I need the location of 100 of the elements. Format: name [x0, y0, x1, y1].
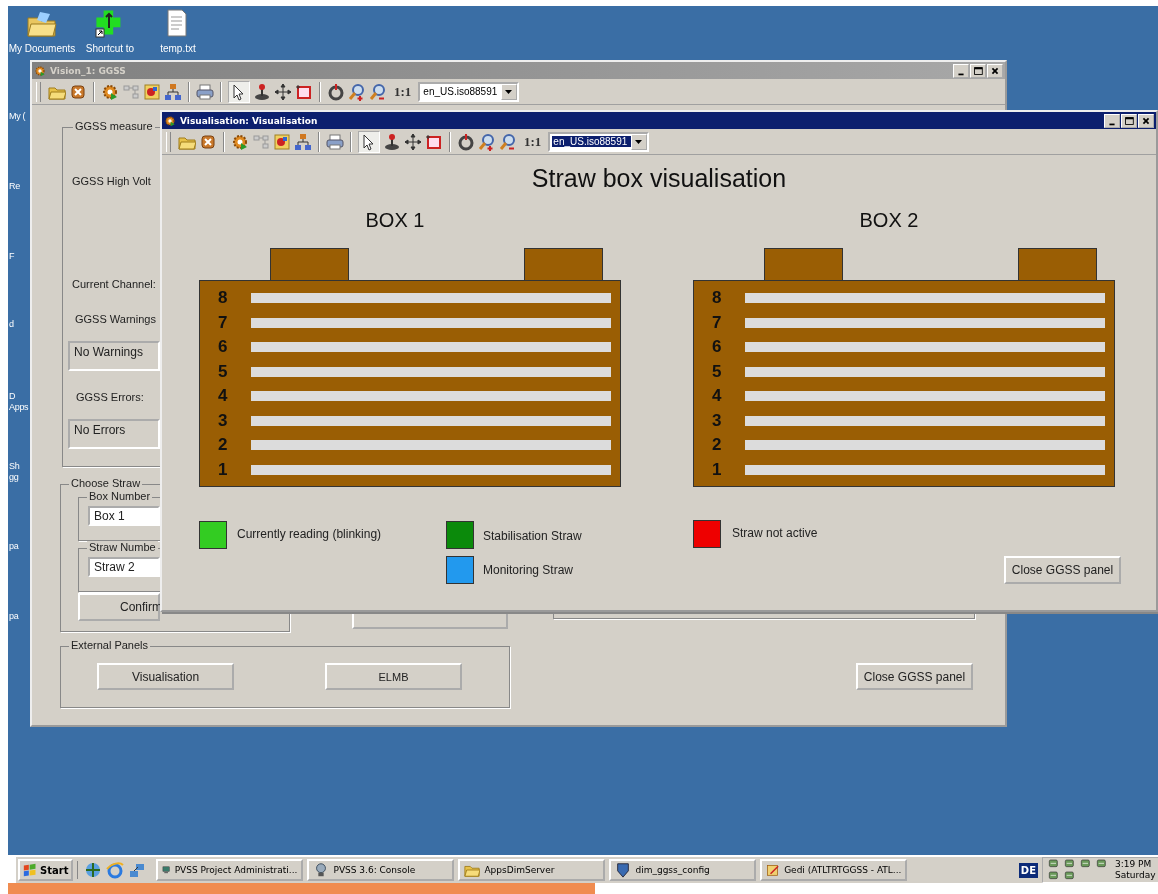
- shield-icon: [615, 862, 632, 878]
- tray-icon[interactable]: [1079, 858, 1093, 870]
- close-icon[interactable]: [1138, 113, 1154, 128]
- locale-dropdown[interactable]: en_US.iso88591: [418, 81, 520, 102]
- stop-icon[interactable]: [69, 82, 87, 101]
- box-title: BOX 2: [859, 209, 919, 232]
- straw-number: 7: [712, 312, 723, 333]
- desktop-icon-label[interactable]: d: [9, 319, 14, 329]
- straw-number: 5: [712, 361, 723, 382]
- language-indicator[interactable]: DE: [1018, 862, 1038, 878]
- browser-icon[interactable]: [84, 861, 103, 879]
- palette-icon[interactable]: [143, 82, 161, 101]
- close-panel-button[interactable]: Close GGSS panel: [856, 663, 973, 690]
- actual-size-button[interactable]: 1:1: [524, 133, 542, 150]
- box-number-field[interactable]: Box 1: [88, 506, 160, 526]
- joystick-icon[interactable]: [383, 132, 401, 151]
- taskbar-button[interactable]: Gedi (ATLTRTGGSS - ATL...: [760, 859, 908, 881]
- nodes-icon[interactable]: [122, 82, 140, 101]
- app-icon: [34, 64, 46, 77]
- rectangle-icon[interactable]: [295, 82, 313, 101]
- zoom-in-icon[interactable]: [478, 132, 496, 151]
- browser-icon[interactable]: [106, 861, 125, 879]
- straw-number: 1: [218, 459, 229, 480]
- straw-number: 3: [218, 410, 229, 431]
- desktop-icon-label[interactable]: pa: [9, 611, 19, 621]
- zoom-out-icon[interactable]: [499, 132, 517, 151]
- straw-number: 8: [712, 288, 723, 309]
- desktop-icon-label[interactable]: Shortcut to: [85, 43, 135, 54]
- field-label: Current Channel:: [72, 278, 156, 290]
- group-title: Straw Numbe: [87, 541, 158, 553]
- group-title: GGSS measure: [73, 120, 155, 132]
- straw-number: 4: [712, 386, 723, 407]
- windows-logo-icon: [23, 862, 38, 878]
- stop-icon[interactable]: [199, 132, 217, 151]
- maximize-icon[interactable]: [1121, 113, 1137, 128]
- tray-icon[interactable]: [1063, 870, 1077, 882]
- desktop-icon-label[interactable]: temp.txt: [160, 43, 196, 54]
- straw-number-field[interactable]: Straw 2: [88, 557, 160, 577]
- desktop-icon-label[interactable]: Apps: [9, 402, 29, 412]
- desktop-icon-label[interactable]: gg: [9, 472, 19, 482]
- target-icon[interactable]: [327, 82, 345, 101]
- straw-number: 7: [218, 312, 229, 333]
- group-title: External Panels: [69, 639, 151, 651]
- desktop-icon-label[interactable]: My (: [9, 111, 26, 121]
- group-title: Choose Straw: [69, 477, 143, 489]
- move-icon[interactable]: [274, 82, 292, 101]
- target-icon[interactable]: [457, 132, 475, 151]
- rectangle-icon[interactable]: [425, 132, 443, 151]
- close-panel-button[interactable]: Close GGSS panel: [1004, 556, 1121, 584]
- straw-number: 4: [218, 386, 229, 407]
- printer-icon[interactable]: [196, 82, 214, 101]
- gear-icon[interactable]: [101, 82, 119, 101]
- maximize-icon[interactable]: [970, 63, 986, 78]
- legend-label: Straw not active: [732, 526, 818, 540]
- move-icon[interactable]: [404, 132, 422, 151]
- desktop-icon-label[interactable]: Sh: [9, 461, 20, 471]
- minimize-icon[interactable]: [953, 63, 969, 78]
- straw-number: 3: [712, 410, 723, 431]
- tray-icon[interactable]: [1047, 870, 1061, 882]
- desktop-icon-label[interactable]: pa: [9, 541, 19, 551]
- zoom-out-icon[interactable]: [369, 82, 387, 101]
- straw-number: 6: [218, 337, 229, 358]
- close-icon[interactable]: [987, 63, 1003, 78]
- tray-icon[interactable]: [1047, 858, 1061, 870]
- zoom-in-icon[interactable]: [348, 82, 366, 101]
- hierarchy-icon[interactable]: [164, 82, 182, 101]
- taskbar-button[interactable]: AppsDimServer: [458, 859, 606, 881]
- app-icon: [164, 114, 176, 127]
- straw-number: 6: [712, 337, 723, 358]
- gear-icon[interactable]: [231, 132, 249, 151]
- clock-time: 3:19 PM: [1115, 859, 1153, 870]
- taskbar-button[interactable]: PVSS 3.6: Console: [307, 859, 455, 881]
- straw-number: 2: [218, 435, 229, 456]
- actual-size-button[interactable]: 1:1: [394, 83, 412, 100]
- panel-button[interactable]: ELMB: [325, 663, 462, 690]
- editor-icon: [766, 862, 781, 878]
- locale-dropdown[interactable]: en_US.iso88591: [548, 131, 650, 152]
- straw-number: 2: [712, 435, 723, 456]
- desktop-icon-label[interactable]: Re: [9, 181, 20, 191]
- taskbar-button[interactable]: dim_ggss_config: [609, 859, 757, 881]
- window-title: Visualisation: Visualisation: [180, 115, 318, 126]
- panel-button[interactable]: Visualisation: [97, 663, 234, 690]
- palette-icon[interactable]: [273, 132, 291, 151]
- field-label: GGSS Warnings: [75, 313, 156, 325]
- joystick-icon[interactable]: [253, 82, 271, 101]
- tray-icon[interactable]: [1095, 858, 1109, 870]
- pointer-icon[interactable]: [358, 130, 380, 153]
- start-button[interactable]: Start: [18, 859, 74, 881]
- nodes-icon[interactable]: [252, 132, 270, 151]
- taskbar-button[interactable]: PVSS Project Administrati...: [156, 859, 304, 881]
- hierarchy-icon[interactable]: [294, 132, 312, 151]
- pointer-icon[interactable]: [228, 80, 250, 103]
- desktop-icon-label[interactable]: D: [9, 391, 16, 401]
- desktop-icon-label[interactable]: My Documents: [8, 43, 76, 54]
- straw-number: 5: [218, 361, 229, 382]
- legend-label: Stabilisation Straw: [483, 529, 582, 543]
- minimize-icon[interactable]: [1104, 113, 1120, 128]
- printer-icon[interactable]: [326, 132, 344, 151]
- tray-icon[interactable]: [1063, 858, 1077, 870]
- desktop-icon-label[interactable]: F: [9, 251, 15, 261]
